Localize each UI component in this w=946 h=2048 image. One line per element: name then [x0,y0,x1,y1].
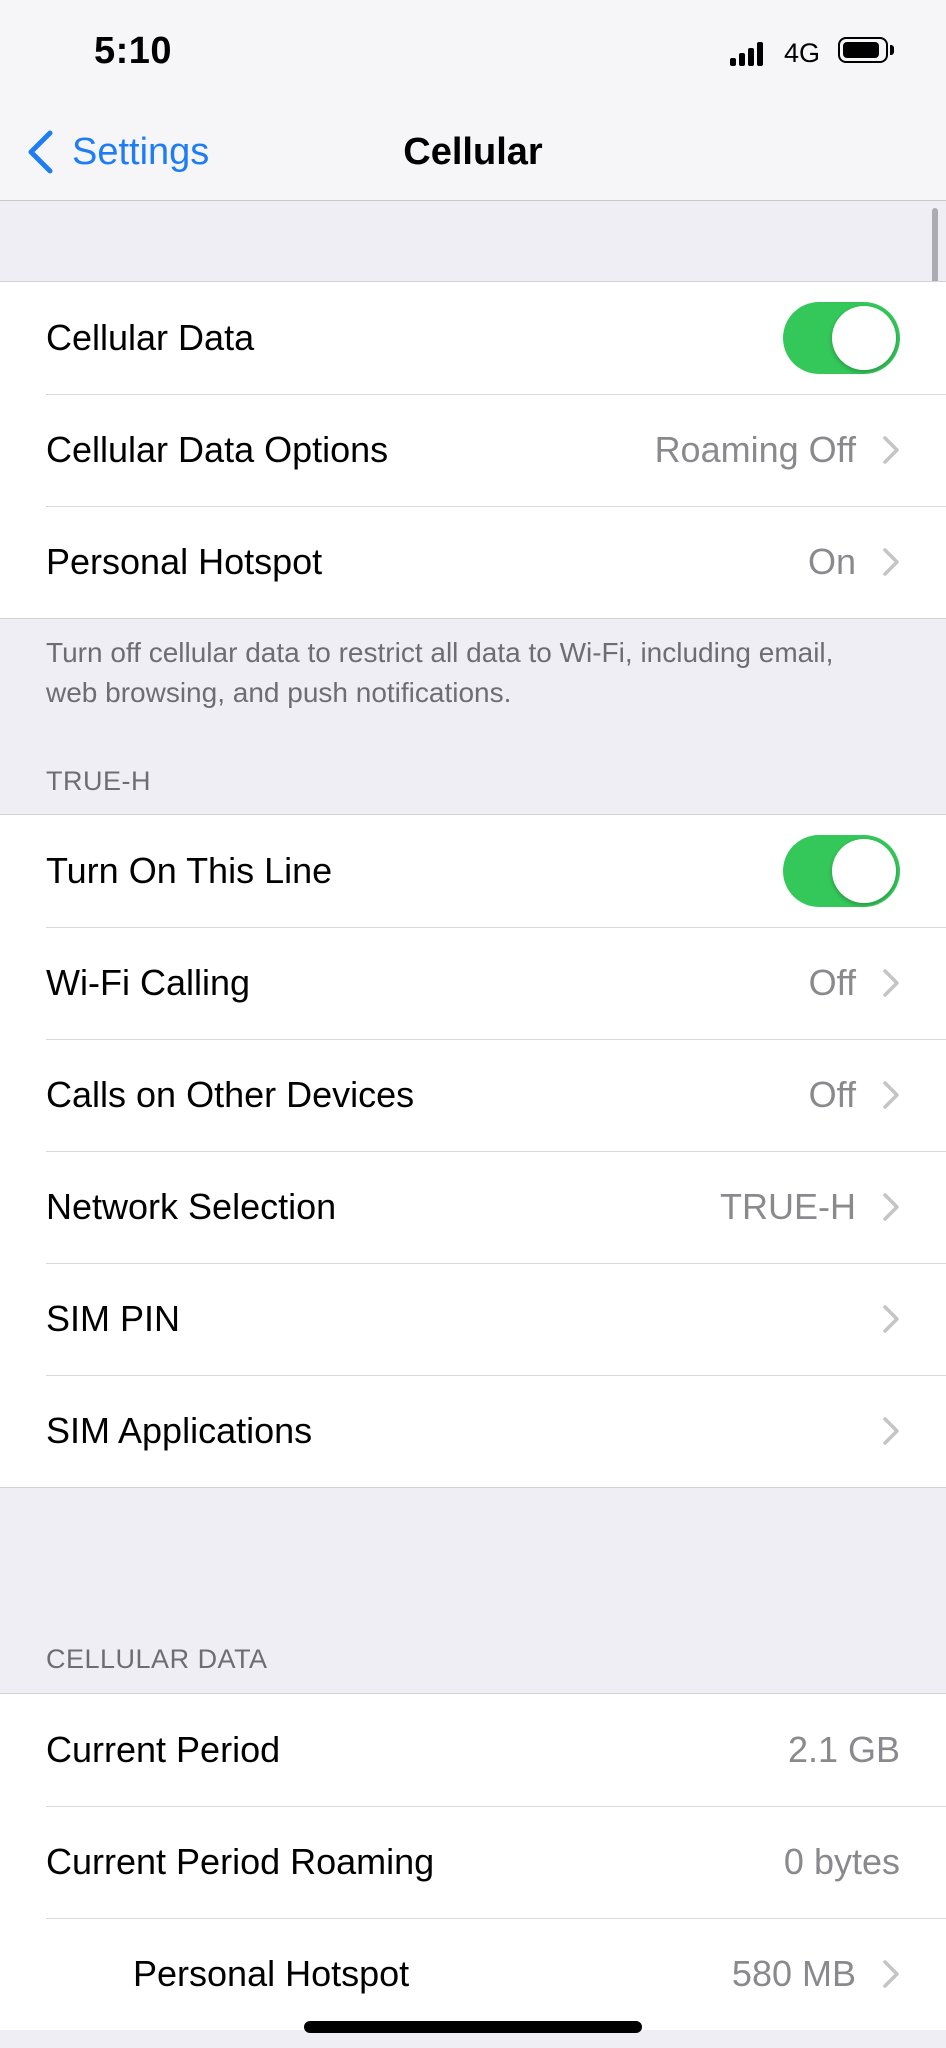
battery-nub [890,45,894,55]
home-indicator[interactable] [304,2021,642,2033]
usage-personal-hotspot-label: Personal Hotspot [133,1953,410,1994]
usage-personal-hotspot-value: 580 MB [731,1953,856,1994]
sim-pin-row[interactable]: SIM PIN [0,1263,946,1375]
line-group: Turn On This Line Wi-Fi Calling Off Call… [0,814,946,1488]
turn-on-line-row: Turn On This Line [0,815,946,927]
turn-on-line-toggle[interactable] [783,835,900,907]
network-selection-row[interactable]: Network Selection TRUE-H [0,1151,946,1263]
toggle-knob [832,839,896,903]
status-bar: 5:10 4G [0,0,946,105]
page-title: Cellular [403,131,543,173]
network-type: 4G [784,38,821,68]
current-period-roaming-value: 0 bytes [783,1841,900,1882]
cellular-data-label: Cellular Data [46,317,255,358]
network-selection-value: TRUE-H [720,1186,856,1227]
current-period-roaming-row: Current Period Roaming 0 bytes [0,1806,946,1918]
network-selection-label: Network Selection [46,1186,337,1227]
chevron-right-icon [883,1081,899,1109]
chevron-right-icon [883,1193,899,1221]
chevron-right-icon [883,1305,899,1333]
signal-strength-icon [730,36,772,66]
battery-icon [838,37,888,63]
calls-other-devices-row[interactable]: Calls on Other Devices Off [0,1039,946,1151]
turn-on-line-label: Turn On This Line [46,850,333,891]
wifi-calling-value: Off [808,962,856,1003]
chevron-right-icon [883,436,899,464]
toggle-knob [832,306,896,370]
cellular-data-row: Cellular Data [0,282,946,394]
wifi-calling-row[interactable]: Wi-Fi Calling Off [0,927,946,1039]
chevron-right-icon [883,969,899,997]
cellular-data-options-label: Cellular Data Options [46,429,389,470]
status-time: 5:10 [94,30,173,72]
chevron-right-icon [883,548,899,576]
cellular-data-options-row[interactable]: Cellular Data Options Roaming Off [0,394,946,506]
section-header-true-h: TRUE-H [46,766,151,796]
sim-pin-label: SIM PIN [46,1298,181,1339]
personal-hotspot-row[interactable]: Personal Hotspot On [0,506,946,618]
current-period-row: Current Period 2.1 GB [0,1694,946,1806]
sim-applications-row[interactable]: SIM Applications [0,1375,946,1487]
usage-personal-hotspot-row[interactable]: Personal Hotspot 580 MB [0,1918,946,2030]
chevron-right-icon [883,1417,899,1445]
current-period-label: Current Period [46,1729,281,1770]
personal-hotspot-label: Personal Hotspot [46,541,323,582]
section-header-cellular-data: CELLULAR DATA [46,1644,268,1674]
current-period-value: 2.1 GB [787,1729,900,1770]
usage-group: Current Period 2.1 GB Current Period Roa… [0,1693,946,2030]
personal-hotspot-value: On [807,541,856,582]
navigation-bar: Settings Cellular [0,105,946,201]
calls-other-devices-value: Off [808,1074,856,1115]
cellular-data-group: Cellular Data Cellular Data Options Roam… [0,281,946,619]
sim-applications-label: SIM Applications [46,1410,313,1451]
cellular-data-toggle[interactable] [783,302,900,374]
cellular-data-options-value: Roaming Off [654,429,856,470]
chevron-right-icon [883,1960,899,1988]
current-period-roaming-label: Current Period Roaming [46,1841,435,1882]
calls-other-devices-label: Calls on Other Devices [46,1074,415,1115]
cellular-data-footer: Turn off cellular data to restrict all d… [46,637,834,708]
wifi-calling-label: Wi-Fi Calling [46,962,251,1003]
